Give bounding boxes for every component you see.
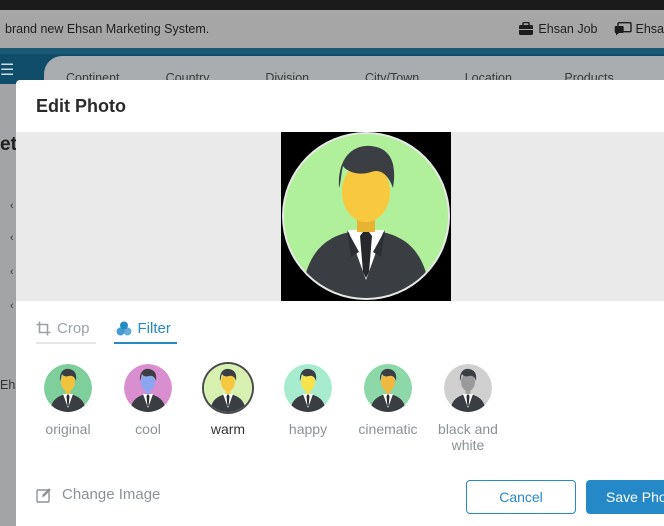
filter-thumbnail (124, 364, 172, 412)
filter-option[interactable]: cinematic (348, 364, 428, 453)
save-photo-button[interactable]: Save Photo (586, 480, 664, 514)
photo-preview (281, 132, 451, 301)
sidebar-fragment: ett ‹ ‹ ‹ ‹ Ehs (0, 84, 23, 526)
modal-header: Edit Photo (16, 80, 664, 132)
filter-list: original cool warm happy cinematic black and … (28, 364, 508, 453)
modal-title: Edit Photo (36, 95, 126, 116)
edit-tabs: Crop Filter (36, 318, 177, 344)
ehsan-chat-label: Ehsa (635, 22, 664, 36)
ehsan-job-label: Ehsan Job (538, 22, 598, 36)
ehsan-chat-link[interactable]: Ehsa (614, 22, 664, 36)
edit-photo-modal: Edit Photo Crop Filter original cool war… (16, 80, 664, 526)
sidebar-mark: ‹ (10, 266, 14, 278)
filter-label: black and white (438, 421, 498, 453)
crop-icon (36, 321, 51, 335)
tab-filter[interactable]: Filter (113, 318, 177, 344)
top-strip (0, 0, 664, 10)
filter-thumbnail (284, 364, 332, 412)
filter-label: warm (210, 421, 246, 437)
top-links: Ehsan Job Ehsa (518, 10, 664, 48)
ehsan-job-link[interactable]: Ehsan Job (518, 22, 598, 36)
filter-option[interactable]: happy (268, 364, 348, 453)
sidebar-mark: ‹ (10, 200, 14, 212)
photo-preview-area (16, 132, 664, 301)
avatar-illustration (282, 132, 450, 300)
briefcase-icon (519, 22, 534, 35)
tab-filter-label: Filter (137, 319, 171, 337)
announcement-text: brand new Ehsan Marketing System. (5, 22, 210, 36)
tab-crop[interactable]: Crop (36, 318, 96, 344)
filter-thumbnail (204, 364, 252, 412)
filter-label: happy (288, 421, 328, 437)
announcement-bar: brand new Ehsan Marketing System. Ehsan … (0, 10, 664, 48)
filter-label: cool (135, 421, 161, 437)
filter-thumbnail (364, 364, 412, 412)
color-filter-icon (116, 321, 132, 335)
filter-thumbnail (44, 364, 92, 412)
sidebar-mark: ‹ (10, 232, 14, 244)
sidebar-mark: ‹ (10, 300, 14, 312)
filter-thumbnail (444, 364, 492, 412)
chat-icon (614, 22, 632, 36)
filter-option[interactable]: original (28, 364, 108, 453)
cancel-button[interactable]: Cancel (466, 480, 576, 514)
change-image-label: Change Image (62, 486, 161, 503)
filter-option[interactable]: black and white (428, 364, 508, 453)
filter-label: cinematic (358, 421, 418, 437)
tab-crop-label: Crop (57, 319, 90, 337)
menu-icon[interactable]: ☰ (0, 63, 14, 79)
filter-option[interactable]: warm (188, 364, 268, 453)
filter-label: original (45, 421, 91, 437)
edit-icon (36, 487, 51, 503)
filter-option[interactable]: cool (108, 364, 188, 453)
change-image-button[interactable]: Change Image (36, 486, 160, 503)
